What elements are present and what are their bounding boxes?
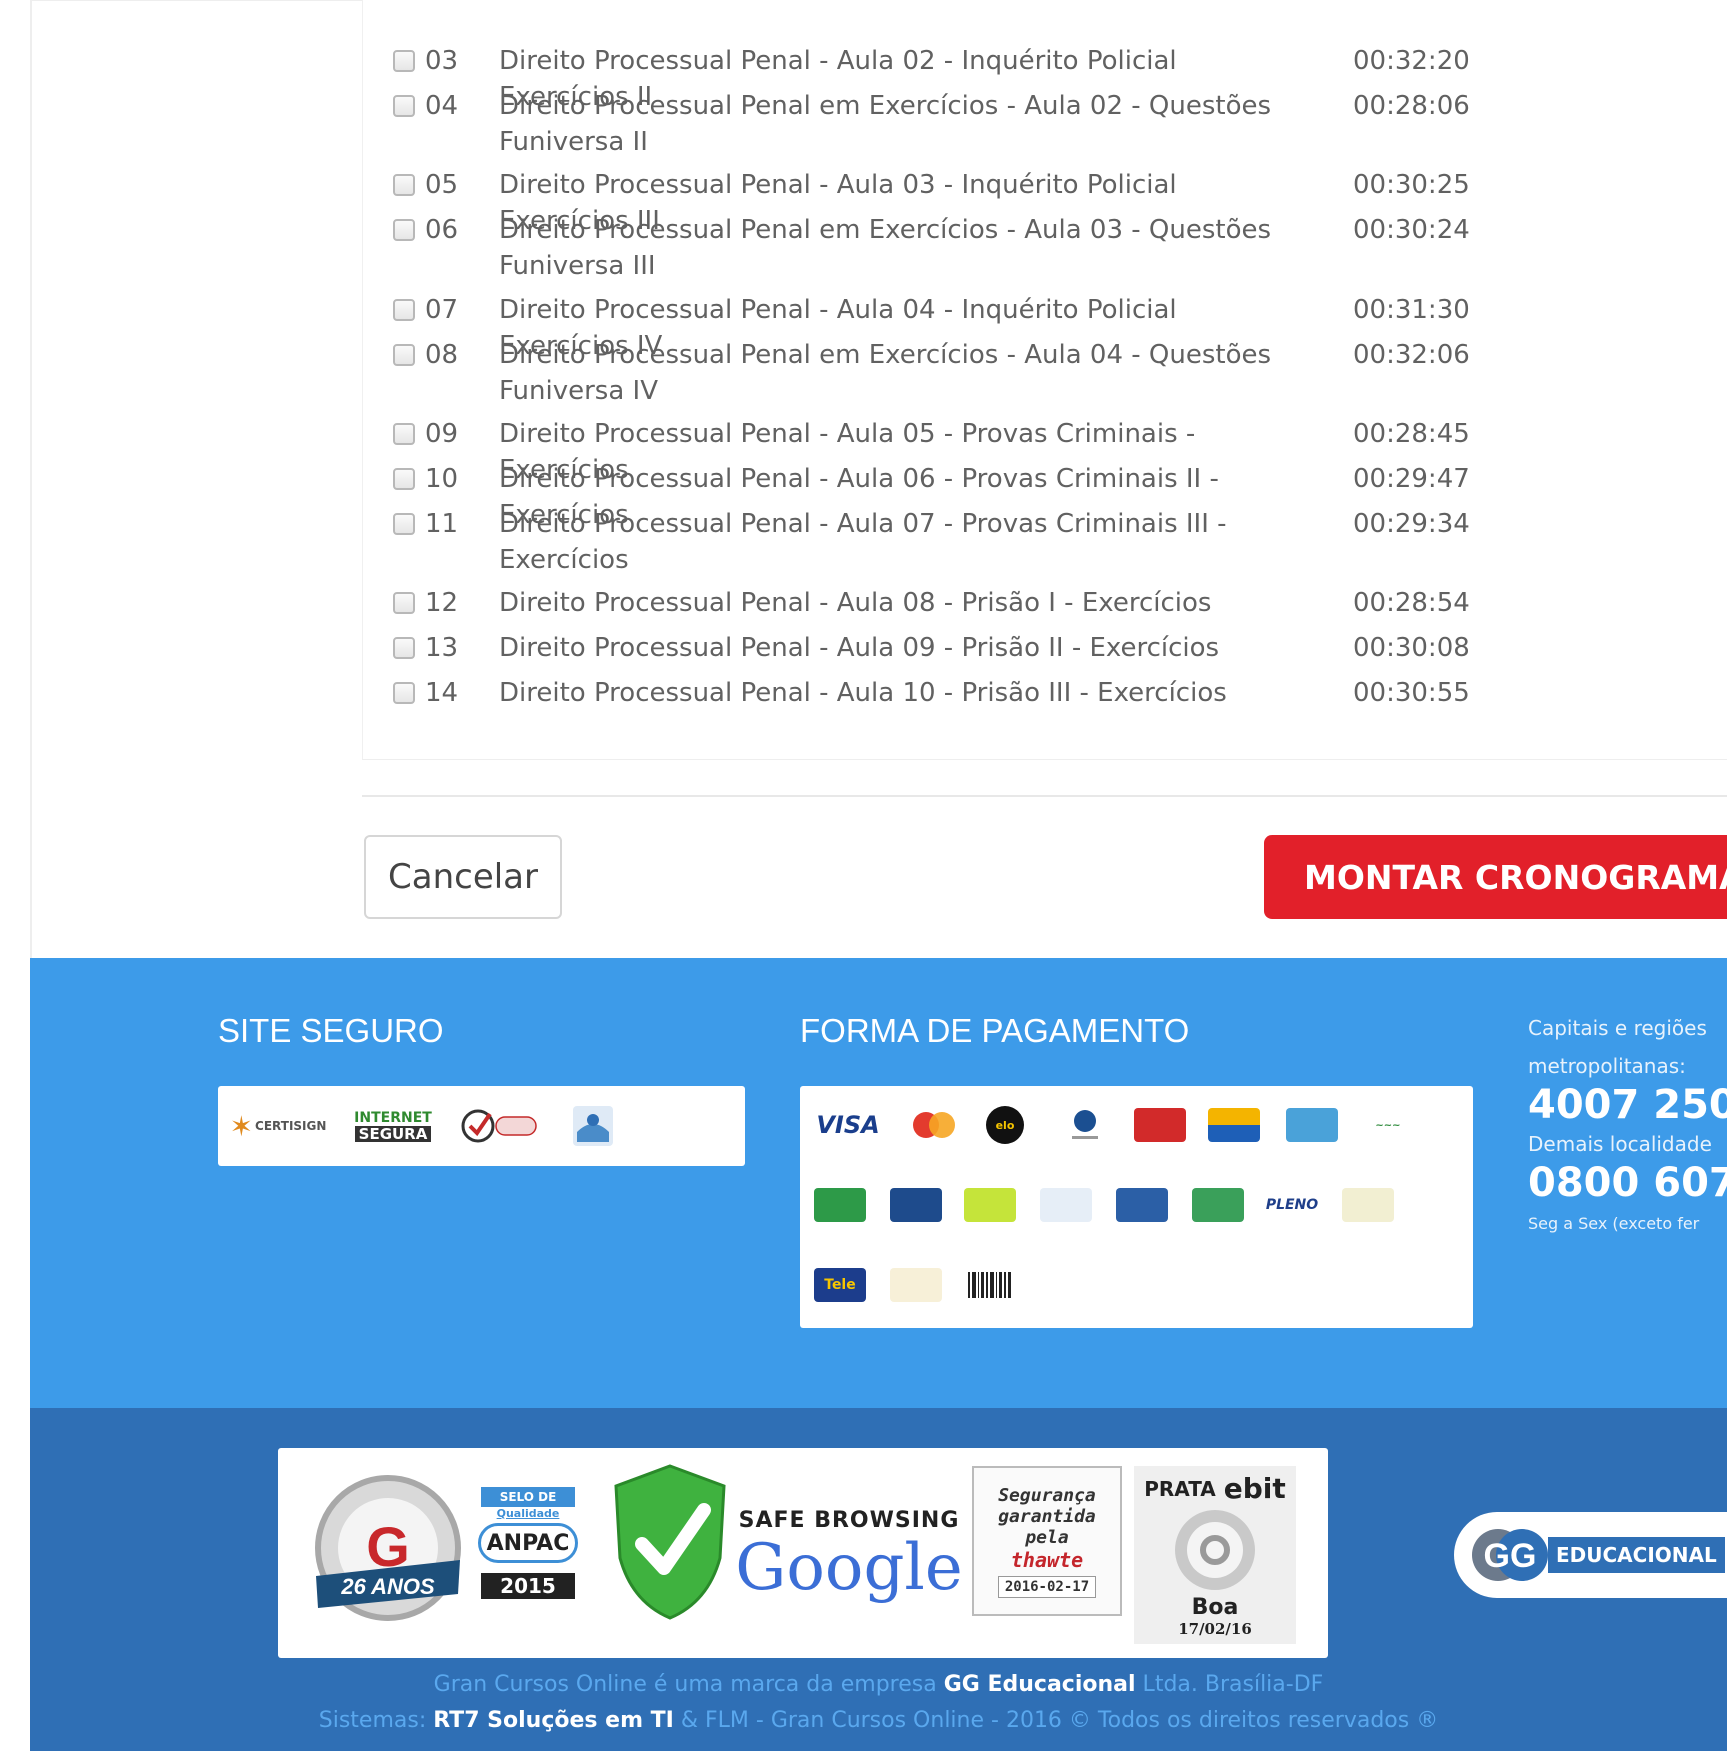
itau-icon [1116,1188,1168,1222]
tele-icon: Tele [814,1268,866,1302]
lesson-checkbox[interactable] [393,95,415,117]
lesson-number: 03 [425,46,459,76]
thawte-seal[interactable]: Segurança garantida pela thawte 2016-02-… [972,1466,1122,1616]
lesson-number: 06 [425,215,459,245]
certisign-logo[interactable]: ✶ CERTISIGN [228,1106,328,1146]
lesson-duration: 00:32:20 [1353,46,1470,76]
montar-cronograma-button[interactable]: MONTAR CRONOGRAMA [1264,835,1727,919]
lesson-title: Direito Processual Penal - Aula 07 - Pro… [499,509,1227,575]
lesson-title: Direito Processual Penal em Exercícios -… [499,215,1272,281]
lesson-duration: 00:30:24 [1353,215,1470,245]
copyright-line-2: Sistemas: RT7 Soluções em TI & FLM - Gra… [318,1708,1439,1733]
lesson-duration: 00:30:25 [1353,170,1470,200]
forma-pagamento-heading: FORMA DE PAGAMENTO [800,1012,1190,1049]
lesson-checkbox[interactable] [393,50,415,72]
contact-hours: Seg a Sex (exceto fer [1528,1214,1700,1233]
svg-text:26 ANOS: 26 ANOS [340,1574,435,1599]
lesson-checkbox[interactable] [393,219,415,241]
secure-seals-box: ✶ CERTISIGN INTERNET SEGURA [218,1086,745,1166]
lesson-duration: 00:30:55 [1353,678,1470,708]
aura-icon [1208,1108,1260,1142]
visa-icon: VISA [816,1111,880,1139]
site-verificado-logo[interactable] [460,1104,540,1148]
gg-mark-icon: GG [1472,1529,1548,1581]
good-card-icon [1342,1188,1394,1222]
lesson-number: 14 [425,678,459,708]
pleno-icon: PLENO [1266,1188,1318,1222]
lesson-checkbox[interactable] [393,299,415,321]
bank-transfer-icon [1040,1188,1092,1222]
lesson-title: Direito Processual Penal em Exercícios -… [499,91,1272,157]
lesson-number: 08 [425,340,459,370]
lesson-checkbox[interactable] [393,592,415,614]
lesson-duration: 00:28:45 [1353,419,1470,449]
lesson-duration: 00:31:30 [1353,295,1470,325]
lesson-checkbox[interactable] [393,423,415,445]
lesson-checkbox[interactable] [393,174,415,196]
lesson-number: 13 [425,633,459,663]
lessons-list: 03 Direito Processual Penal - Aula 02 - … [362,0,1727,760]
boleto-icon [964,1268,1016,1302]
lesson-duration: 00:29:34 [1353,509,1470,539]
hipercard-icon [1134,1108,1186,1142]
gg-educacional-logo[interactable]: GG EDUCACIONAL [1454,1512,1727,1598]
site-blindado-logo[interactable] [568,1102,618,1150]
copyright-line-1: Gran Cursos Online é uma marca da empres… [433,1672,1324,1697]
payment-methods-box: VISA elo ~~~ PLENO Tele [800,1086,1473,1328]
lesson-title: Direito Processual Penal - Aula 08 - Pri… [499,588,1212,618]
lesson-checkbox[interactable] [393,344,415,366]
ebit-seal[interactable]: PRATA ebit Boa 17/02/16 [1134,1466,1296,1644]
lesson-checkbox[interactable] [393,637,415,659]
google-safe-browsing-seal[interactable]: SAFE BROWSING Google [734,1508,964,1618]
svg-text:GG: GG [1484,1537,1537,1575]
lesson-title: Direito Processual Penal - Aula 09 - Pri… [499,633,1220,663]
sodexo-icon [890,1268,942,1302]
contact-demais-label: Demais localidade [1528,1132,1712,1156]
lesson-checkbox[interactable] [393,468,415,490]
quality-seals-box: G 26 ANOS SELO DE Qualidade ANPAC 2015 S… [278,1448,1328,1658]
amex-icon [1286,1108,1338,1142]
lesson-checkbox[interactable] [393,513,415,535]
lesson-number: 09 [425,419,459,449]
contact-metropolitanas-label: metropolitanas: [1528,1054,1686,1078]
lesson-title: Direito Processual Penal em Exercícios -… [499,340,1272,406]
montar-cronograma-label: MONTAR CRONOGRAMA [1304,857,1727,897]
contact-phone-capitais[interactable]: 4007 2501 [1528,1082,1727,1128]
contact-phone-demais[interactable]: 0800 607 2 [1528,1160,1727,1206]
page-left-border [30,0,32,958]
lesson-number: 11 [425,509,459,539]
safe-check-shield-icon [608,1462,732,1622]
lesson-number: 12 [425,588,459,618]
bradesco-icon [1192,1188,1244,1222]
anpac-seal[interactable]: SELO DE Qualidade ANPAC 2015 [478,1478,578,1608]
banco-brasil-icon [814,1188,866,1222]
lesson-title: Direito Processual Penal - Aula 10 - Pri… [499,678,1227,708]
actions-separator [362,795,1727,797]
lesson-checkbox[interactable] [393,682,415,704]
lesson-duration: 00:29:47 [1353,464,1470,494]
lesson-number: 07 [425,295,459,325]
lesson-duration: 00:28:54 [1353,588,1470,618]
lesson-duration: 00:30:08 [1353,633,1470,663]
banrisul-icon [964,1188,1016,1222]
contact-capitais-label: Capitais e regiões [1528,1016,1707,1040]
cancel-button[interactable]: Cancelar [364,835,562,919]
lesson-number: 10 [425,464,459,494]
gg-educacional-label: EDUCACIONAL [1548,1537,1725,1573]
mastercard-icon [908,1108,960,1142]
lesson-duration: 00:32:06 [1353,340,1470,370]
site-seguro-heading: SITE SEGURO [218,1012,444,1049]
lesson-number: 04 [425,91,459,121]
sorocred-icon: ~~~ [1360,1108,1416,1142]
caixa-icon [890,1188,942,1222]
diners-icon [1062,1106,1108,1144]
internet-segura-logo[interactable]: INTERNET SEGURA [348,1104,438,1148]
elo-icon: elo [986,1106,1024,1144]
lesson-duration: 00:28:06 [1353,91,1470,121]
gran-26-anos-seal[interactable]: G 26 ANOS [308,1468,468,1638]
lesson-number: 05 [425,170,459,200]
